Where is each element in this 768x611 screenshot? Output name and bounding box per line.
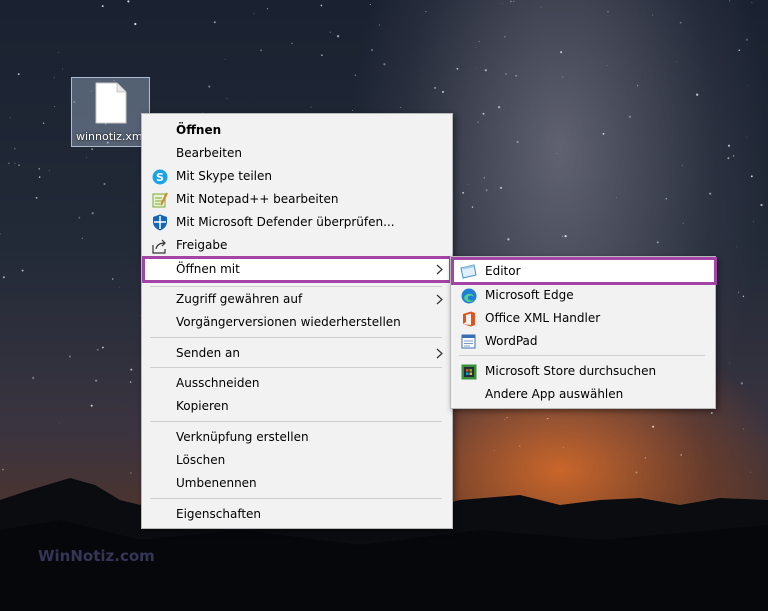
menu-item-label: Mit Notepad++ bearbeiten <box>176 192 339 206</box>
menu-separator <box>150 337 442 338</box>
document-icon <box>95 82 127 124</box>
submenu-item-wordpad[interactable]: WordPad <box>451 330 715 353</box>
menu-item-edit[interactable]: Bearbeiten <box>142 142 452 165</box>
open-with-submenu: Editor Microsoft Edge Office XML Handler… <box>450 256 717 409</box>
menu-item-cut[interactable]: Ausschneiden <box>142 372 452 395</box>
menu-item-label: Mit Microsoft Defender überprüfen... <box>176 215 395 229</box>
chevron-right-icon <box>436 348 443 362</box>
context-menu: Öffnen Bearbeiten S Mit Skype teilen Mit… <box>141 113 453 529</box>
menu-item-label: Eigenschaften <box>176 507 262 521</box>
menu-item-label: Zugriff gewähren auf <box>176 292 303 306</box>
menu-item-label: Löschen <box>176 453 226 467</box>
menu-separator <box>150 286 442 287</box>
office-icon <box>460 310 477 327</box>
submenu-item-label: WordPad <box>485 334 538 348</box>
watermark: WinNotiz.com <box>38 547 155 565</box>
menu-item-skype-share[interactable]: S Mit Skype teilen <box>142 165 452 188</box>
menu-item-create-shortcut[interactable]: Verknüpfung erstellen <box>142 426 452 449</box>
menu-item-rename[interactable]: Umbenennen <box>142 472 452 495</box>
menu-item-label: Freigabe <box>176 238 228 252</box>
svg-text:S: S <box>156 171 164 184</box>
submenu-item-label: Microsoft Store durchsuchen <box>485 364 657 378</box>
menu-item-label: Umbenennen <box>176 476 257 490</box>
menu-item-label: Öffnen mit <box>176 262 240 276</box>
menu-item-grant-access[interactable]: Zugriff gewähren auf <box>142 288 452 311</box>
menu-item-share[interactable]: Freigabe <box>142 234 452 257</box>
menu-item-send-to[interactable]: Senden an <box>142 342 452 365</box>
menu-item-open-with[interactable]: Öffnen mit <box>142 258 452 281</box>
menu-item-copy[interactable]: Kopieren <box>142 395 452 418</box>
menu-separator <box>459 355 705 356</box>
menu-item-label: Senden an <box>176 346 240 360</box>
menu-separator <box>150 367 442 368</box>
submenu-item-editor[interactable]: Editor <box>451 260 715 283</box>
menu-item-restore-previous[interactable]: Vorgängerversionen wiederherstellen <box>142 311 452 334</box>
submenu-item-store[interactable]: Microsoft Store durchsuchen <box>451 360 715 383</box>
menu-item-label: Vorgängerversionen wiederherstellen <box>176 315 401 329</box>
menu-item-label: Mit Skype teilen <box>176 169 273 183</box>
edge-icon <box>460 287 477 304</box>
chevron-right-icon <box>436 294 443 308</box>
menu-item-open[interactable]: Öffnen <box>142 119 452 142</box>
menu-item-label: Kopieren <box>176 399 229 413</box>
submenu-item-label: Andere App auswählen <box>485 387 624 401</box>
chevron-right-icon <box>436 264 443 278</box>
menu-item-notepadpp[interactable]: Mit Notepad++ bearbeiten <box>142 188 452 211</box>
submenu-item-choose-other-app[interactable]: Andere App auswählen <box>451 383 715 406</box>
menu-separator <box>150 498 442 499</box>
menu-separator <box>150 421 442 422</box>
desktop-file-item[interactable]: winnotiz.xml <box>71 77 150 147</box>
submenu-item-label: Office XML Handler <box>485 311 601 325</box>
menu-item-label: Verknüpfung erstellen <box>176 430 309 444</box>
menu-item-label: Bearbeiten <box>176 146 242 160</box>
menu-item-properties[interactable]: Eigenschaften <box>142 503 452 526</box>
notepad-plus-plus-icon <box>151 191 168 208</box>
menu-item-delete[interactable]: Löschen <box>142 449 452 472</box>
notepad-icon <box>460 263 477 280</box>
menu-item-defender-scan[interactable]: Mit Microsoft Defender überprüfen... <box>142 211 452 234</box>
submenu-item-edge[interactable]: Microsoft Edge <box>451 284 715 307</box>
submenu-item-office-xml[interactable]: Office XML Handler <box>451 307 715 330</box>
submenu-item-label: Microsoft Edge <box>485 288 574 302</box>
wordpad-icon <box>460 333 477 350</box>
menu-item-label: Öffnen <box>176 123 222 137</box>
skype-icon: S <box>151 168 168 185</box>
menu-item-label: Ausschneiden <box>176 376 260 390</box>
defender-icon <box>151 214 168 231</box>
submenu-item-label: Editor <box>485 264 521 278</box>
store-icon <box>460 363 477 380</box>
share-icon <box>151 237 168 254</box>
file-name-label: winnotiz.xml <box>76 130 146 143</box>
